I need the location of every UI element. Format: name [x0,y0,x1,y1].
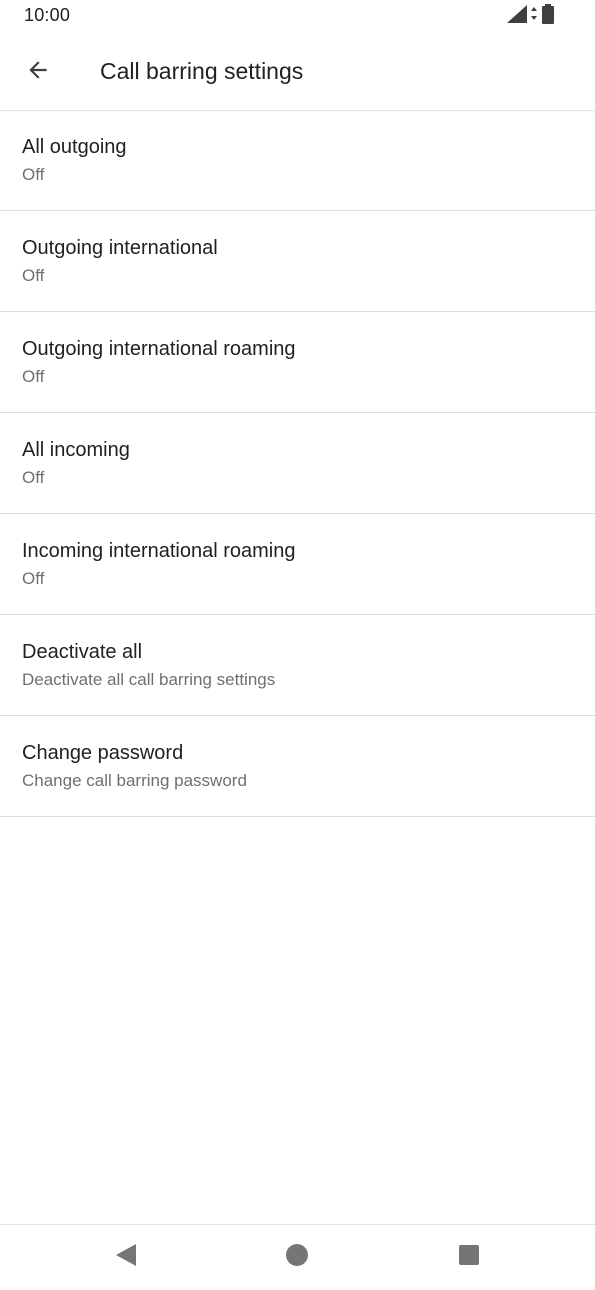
setting-all-incoming[interactable]: All incoming Off [0,413,595,514]
setting-deactivate-all[interactable]: Deactivate all Deactivate all call barri… [0,615,595,716]
nav-recents-button[interactable] [445,1235,493,1279]
signal-icon [507,4,527,28]
setting-summary: Off [22,165,45,184]
status-icons [507,3,555,29]
setting-change-password[interactable]: Change password Change call barring pass… [0,716,595,817]
status-bar: 10:00 [0,0,595,34]
setting-outgoing-international-roaming[interactable]: Outgoing international roaming Off [0,312,595,413]
setting-title: Outgoing international roaming [22,338,296,360]
back-button[interactable] [14,48,62,96]
setting-summary: Off [22,367,45,386]
arrow-left-icon [25,57,51,88]
data-arrows-icon [531,6,537,26]
setting-title: Deactivate all [22,641,143,663]
setting-summary: Off [22,266,45,285]
setting-outgoing-international[interactable]: Outgoing international Off [0,211,595,312]
setting-title: Outgoing international [22,237,218,259]
setting-title: All incoming [22,439,130,461]
setting-incoming-international-roaming[interactable]: Incoming international roaming Off [0,514,595,615]
setting-summary: Off [22,468,45,487]
setting-all-outgoing[interactable]: All outgoing Off [0,110,595,211]
page-title: Call barring settings [100,58,304,84]
setting-title: Change password [22,742,184,764]
nav-home-button[interactable] [273,1235,321,1279]
battery-icon [541,3,555,29]
status-time: 10:00 [24,5,71,25]
settings-list: All outgoing Off Outgoing international … [0,110,595,817]
setting-summary: Deactivate all call barring settings [22,670,276,689]
app-bar: Call barring settings [0,34,595,111]
setting-title: Incoming international roaming [22,540,296,562]
screen: 10:00 Call barring settings All outgoing… [0,0,595,1290]
setting-title: All outgoing [22,136,127,158]
navigation-bar [0,1224,595,1290]
home-circle-icon [285,1243,309,1272]
setting-summary: Change call barring password [22,771,247,790]
setting-summary: Off [22,569,45,588]
nav-back-button[interactable] [102,1235,150,1279]
back-triangle-icon [115,1243,137,1272]
recents-square-icon [458,1244,480,1271]
